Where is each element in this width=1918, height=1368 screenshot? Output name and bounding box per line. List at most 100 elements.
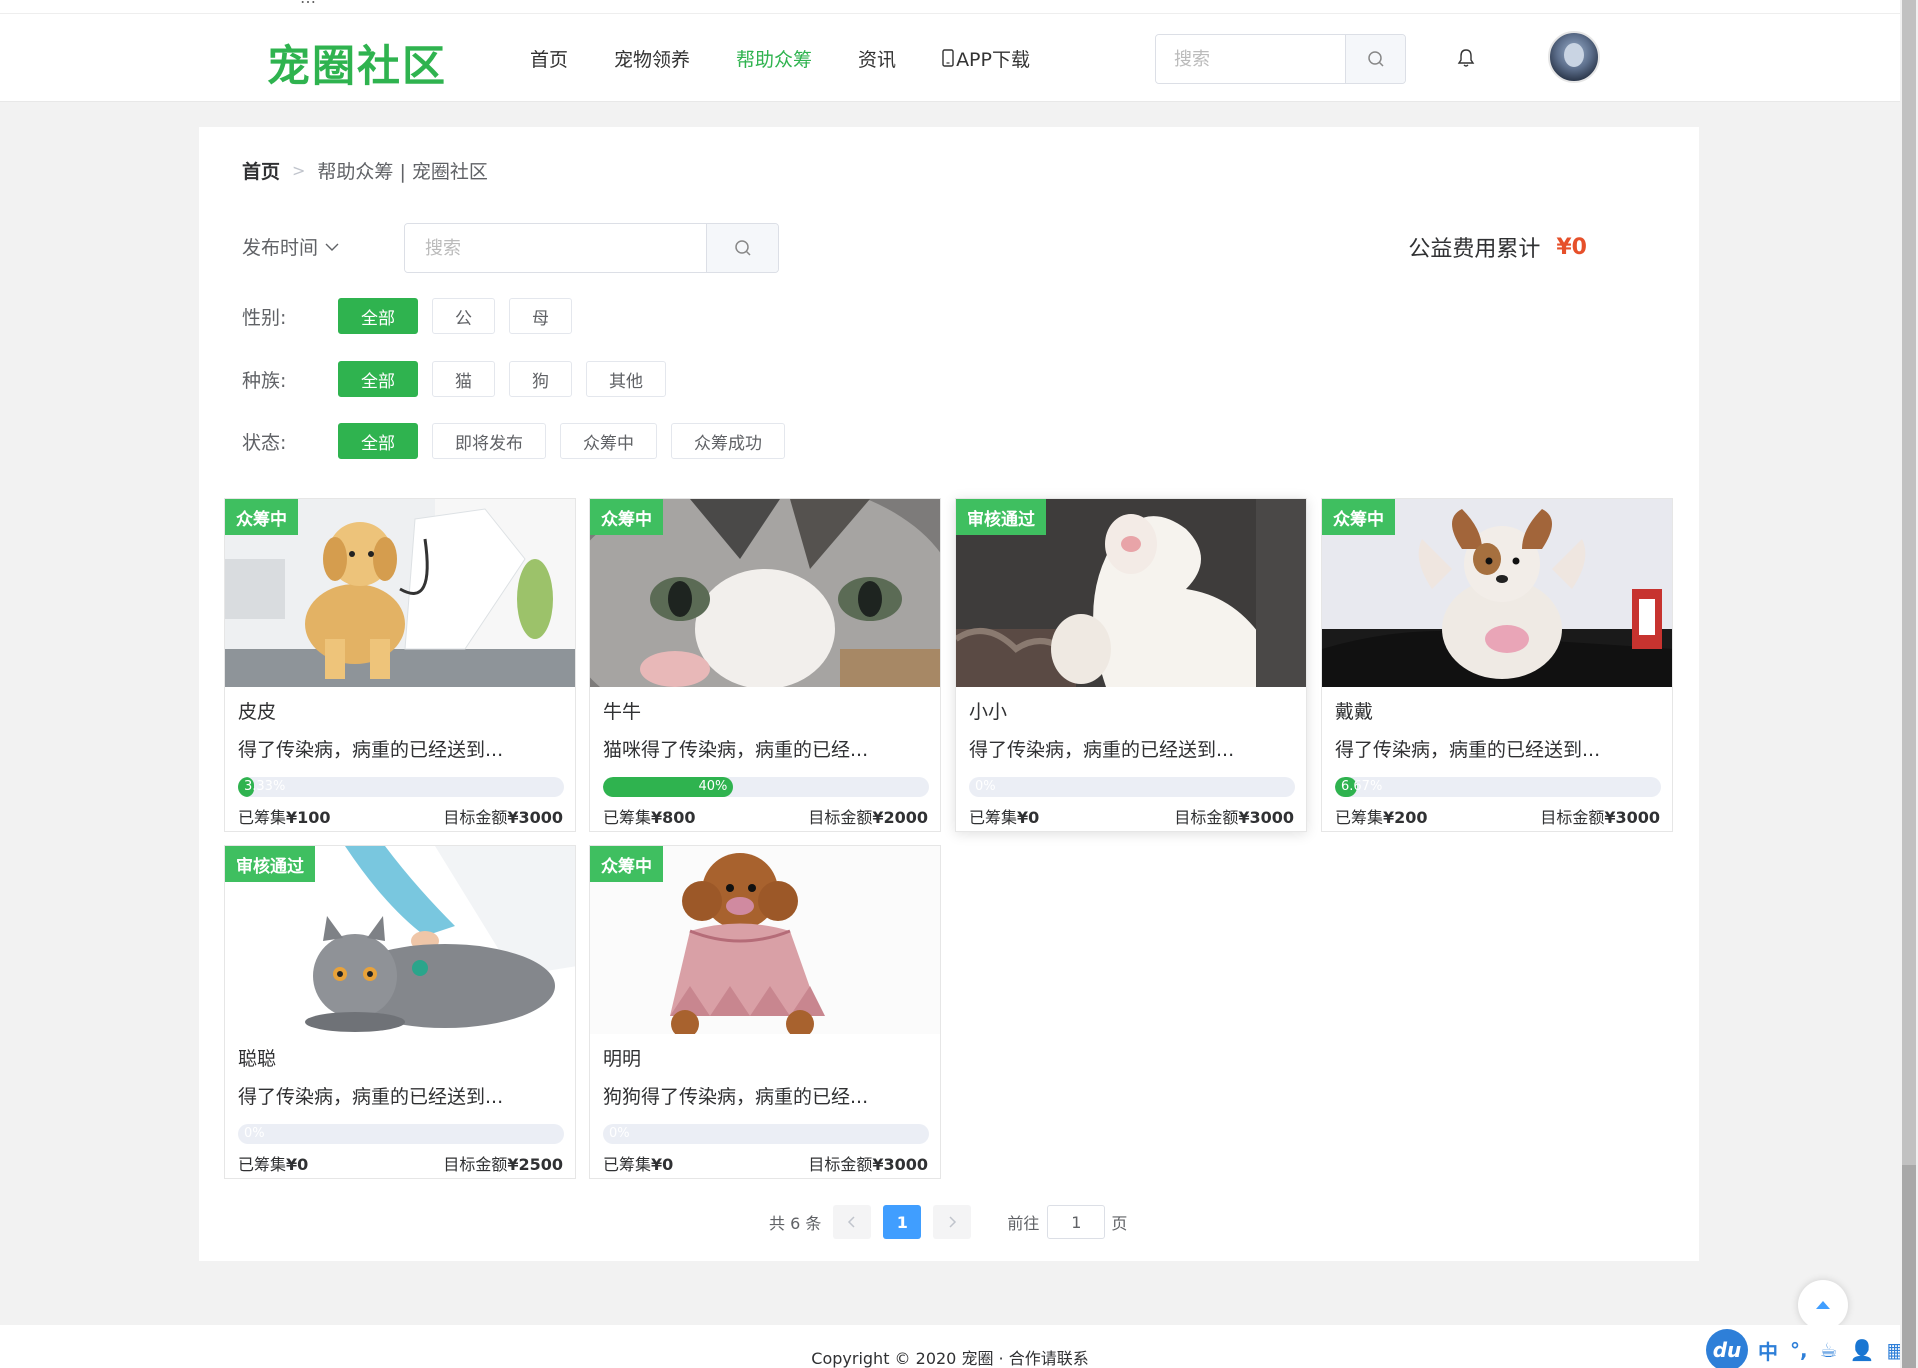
ime-toolbar: du 中 °, ☕ 👤 ▦ <box>1706 1329 1917 1368</box>
species-option-other[interactable]: 其他 <box>586 361 666 397</box>
crowdfund-card[interactable]: 众筹中 牛牛 猫咪得了传染病，病重的已经... 40% 已筹集¥800 目标金额… <box>589 498 941 832</box>
bell-icon[interactable] <box>1455 47 1477 69</box>
crowdfund-card[interactable]: 众筹中 明明 狗狗得了传染病，病重的已经... 0% 已筹集¥0 目标金额¥30… <box>589 845 941 1179</box>
header-search-input[interactable] <box>1156 35 1345 83</box>
filter-status-label: 状态: <box>242 431 287 454</box>
target-amount: 目标金额¥3000 <box>443 804 563 828</box>
breadcrumb-home[interactable]: 首页 <box>242 157 280 184</box>
target-value: ¥2000 <box>872 808 928 827</box>
charity-total-label: 公益费用累计 <box>1408 237 1541 262</box>
raised-label: 已筹集 <box>603 1155 652 1174</box>
species-option-cat[interactable]: 猫 <box>432 361 495 397</box>
gender-option-female[interactable]: 母 <box>509 298 572 334</box>
raised-value: ¥0 <box>286 1155 309 1174</box>
pet-name: 牛牛 <box>603 701 642 723</box>
status-option-all[interactable]: 全部 <box>338 423 418 459</box>
top-strip: … <box>0 0 1900 14</box>
filter-gender-label: 性别: <box>242 306 287 329</box>
crowdfund-search-button[interactable] <box>706 224 778 272</box>
target-value: ¥3000 <box>507 808 563 827</box>
ime-logo-icon[interactable]: du <box>1706 1329 1748 1368</box>
target-label: 目标金额 <box>443 1155 508 1174</box>
target-amount: 目标金额¥3000 <box>1174 804 1294 828</box>
ime-skin-icon[interactable]: ☕ <box>1820 1338 1838 1362</box>
raised-label: 已筹集 <box>1335 808 1384 827</box>
status-option-funding[interactable]: 众筹中 <box>560 423 657 459</box>
header-search-button[interactable] <box>1345 35 1405 83</box>
filter-species: 种族: 全部 猫 狗 其他 <box>242 361 680 397</box>
raised-label: 已筹集 <box>238 808 287 827</box>
status-option-success[interactable]: 众筹成功 <box>671 423 785 459</box>
species-option-all[interactable]: 全部 <box>338 361 418 397</box>
footer: Copyright © 2020 宠圈 · 合作请联系 <box>0 1325 1900 1368</box>
filter-gender: 性别: 全部 公 母 <box>242 298 586 334</box>
ime-user-icon[interactable]: 👤 <box>1850 1338 1875 1362</box>
target-value: ¥2500 <box>507 1155 563 1174</box>
ime-lang-toggle[interactable]: 中 <box>1758 1336 1778 1365</box>
nav-app-download[interactable]: APP下载 <box>942 45 1030 72</box>
gender-option-male[interactable]: 公 <box>432 298 495 334</box>
raised-label: 已筹集 <box>969 808 1018 827</box>
target-label: 目标金额 <box>443 808 508 827</box>
page-suffix: 页 <box>1111 1214 1128 1233</box>
crowdfund-card[interactable]: 审核通过 聪聪 得了传染病，病重的已经送到... 0% 已筹集¥0 目标金额¥2… <box>224 845 576 1179</box>
sort-dropdown[interactable]: 发布时间 <box>242 233 340 260</box>
back-to-top-button[interactable] <box>1798 1280 1848 1330</box>
avatar[interactable] <box>1548 31 1600 83</box>
funding-progress-fill: 40% <box>603 777 734 797</box>
funding-progress-bar: 40% <box>603 777 929 797</box>
filter-species-label: 种族: <box>242 369 287 392</box>
pet-name: 明明 <box>603 1048 642 1070</box>
sort-label: 发布时间 <box>242 237 319 259</box>
charity-total: 公益费用累计 ¥0 <box>1408 231 1587 263</box>
target-amount: 目标金额¥2000 <box>808 804 928 828</box>
species-option-dog[interactable]: 狗 <box>509 361 572 397</box>
nav-crowdfunding[interactable]: 帮助众筹 <box>736 45 812 72</box>
raised-amount: 已筹集¥200 <box>1335 804 1428 828</box>
pet-name: 聪聪 <box>238 1048 277 1070</box>
page-number[interactable]: 1 <box>883 1205 922 1239</box>
crowdfund-card[interactable]: 众筹中 戴戴 得了传染病，病重的已经送到... 6.67% 已筹集¥200 目标… <box>1321 498 1673 832</box>
charity-total-amount: ¥0 <box>1556 234 1587 260</box>
raised-value: ¥0 <box>1017 808 1040 827</box>
gender-option-all[interactable]: 全部 <box>338 298 418 334</box>
target-value: ¥3000 <box>1238 808 1294 827</box>
pet-description: 得了传染病，病重的已经送到... <box>238 739 504 761</box>
target-label: 目标金额 <box>1174 808 1239 827</box>
target-label: 目标金额 <box>808 1155 873 1174</box>
status-tag: 审核通过 <box>225 846 315 882</box>
funding-progress-bar: 3.33% <box>238 777 564 797</box>
header-search <box>1155 34 1406 84</box>
crowdfund-card[interactable]: 众筹中 皮皮 得了传染病，病重的已经送到... 3.33% 已筹集¥100 目标… <box>224 498 576 832</box>
raised-value: ¥200 <box>1383 808 1428 827</box>
raised-amount: 已筹集¥100 <box>238 804 331 828</box>
raised-value: ¥100 <box>286 808 331 827</box>
funding-progress-label: 40% <box>698 779 728 794</box>
logo[interactable]: 宠圈社区 <box>267 32 447 94</box>
goto-page-input[interactable] <box>1047 1205 1106 1239</box>
funding-progress-label: 6.67% <box>1341 779 1383 794</box>
ime-punct-toggle[interactable]: °, <box>1790 1338 1808 1362</box>
crowdfund-card[interactable]: 审核通过 小小 得了传染病，病重的已经送到... 0% 已筹集¥0 目标金额¥3… <box>955 498 1307 832</box>
status-tag: 众筹中 <box>225 499 298 535</box>
funding-progress-bar: 0% <box>969 777 1295 797</box>
pet-name: 小小 <box>969 701 1008 723</box>
raised-amount: 已筹集¥800 <box>603 804 696 828</box>
chevron-left-icon <box>848 1216 855 1228</box>
status-option-upcoming[interactable]: 即将发布 <box>432 423 546 459</box>
crowdfund-search <box>404 223 779 273</box>
scrollbar-thumb[interactable] <box>1902 1165 1916 1368</box>
scrollbar[interactable] <box>1900 0 1918 1368</box>
nav-adopt[interactable]: 宠物领养 <box>614 45 690 72</box>
prev-page-button[interactable] <box>833 1205 872 1239</box>
target-value: ¥3000 <box>1604 808 1660 827</box>
funding-progress-label: 0% <box>244 1126 265 1141</box>
nav-home[interactable]: 首页 <box>530 45 568 72</box>
nav-news[interactable]: 资讯 <box>858 45 896 72</box>
next-page-button[interactable] <box>933 1205 972 1239</box>
top-strip-text: … <box>300 0 316 7</box>
raised-value: ¥0 <box>651 1155 674 1174</box>
crowdfund-search-input[interactable] <box>405 224 706 272</box>
pet-name: 皮皮 <box>238 701 277 723</box>
caret-up-icon <box>1816 1301 1830 1309</box>
